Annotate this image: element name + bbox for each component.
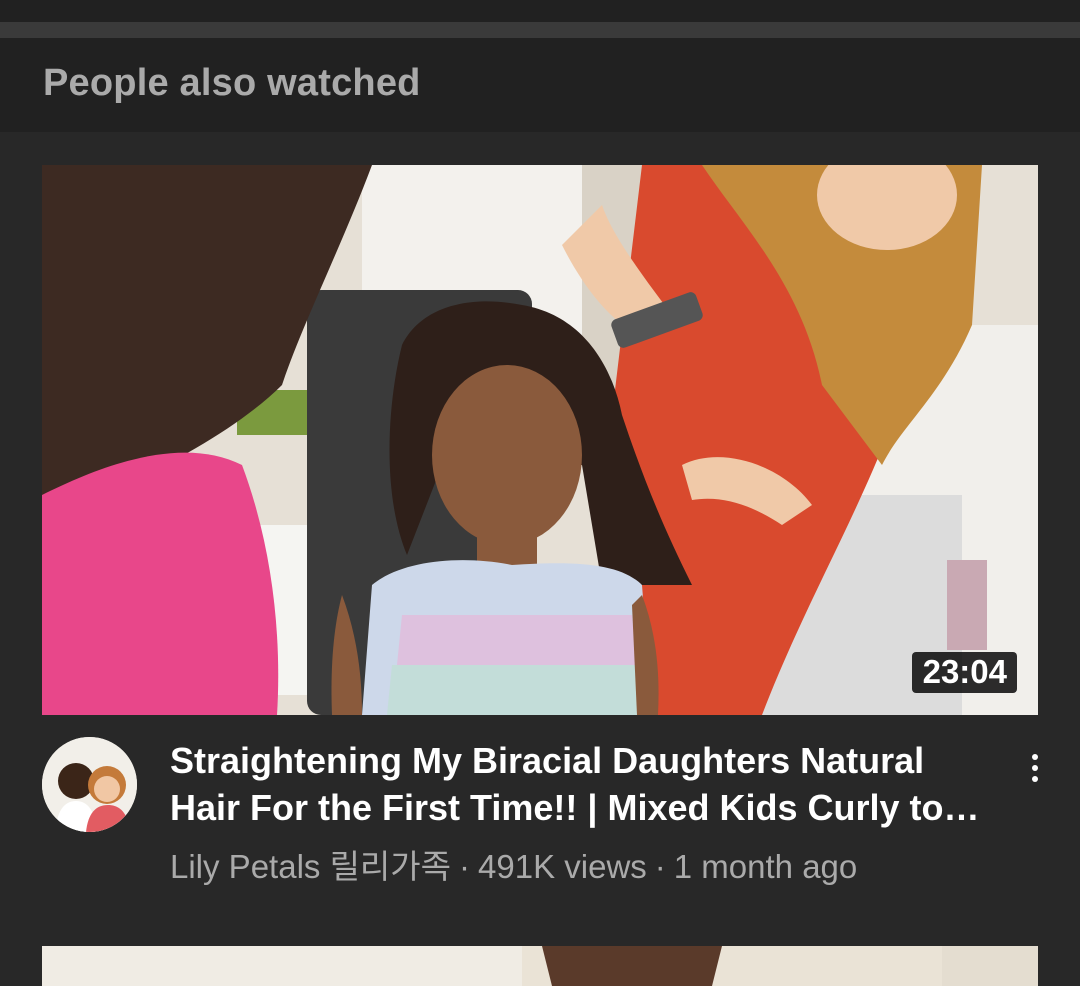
channel-name[interactable]: Lily Petals 릴리가족: [170, 848, 451, 885]
section-divider: [0, 22, 1080, 38]
section-header: People also watched: [0, 38, 1080, 132]
more-dot: [1032, 776, 1038, 782]
meta-separator: ·: [654, 848, 666, 885]
more-dot: [1032, 754, 1038, 760]
video-meta: Lily Petals 릴리가족 · 491K views · 1 month ago: [170, 840, 857, 888]
video-feed[interactable]: 23:04 Straightening My Biracial Daughter…: [0, 132, 1080, 986]
channel-avatar[interactable]: [42, 737, 137, 832]
view-count: 491K views: [478, 848, 647, 885]
more-dot: [1032, 765, 1038, 771]
duration-badge: 23:04: [911, 652, 1017, 693]
more-vertical-icon[interactable]: [1015, 740, 1055, 796]
thumbnail-image-next: [42, 946, 1038, 986]
section-title: People also watched: [43, 62, 421, 104]
avatar-image: [42, 737, 137, 832]
thumbnail-image: [42, 165, 1038, 715]
upload-age: 1 month ago: [673, 848, 858, 885]
video-title[interactable]: Straightening My Biracial Daughters Natu…: [170, 737, 990, 831]
video-thumbnail-next[interactable]: [42, 946, 1038, 986]
top-strip: [0, 0, 1080, 22]
video-thumbnail[interactable]: 23:04: [42, 165, 1038, 715]
meta-separator: ·: [459, 848, 471, 885]
